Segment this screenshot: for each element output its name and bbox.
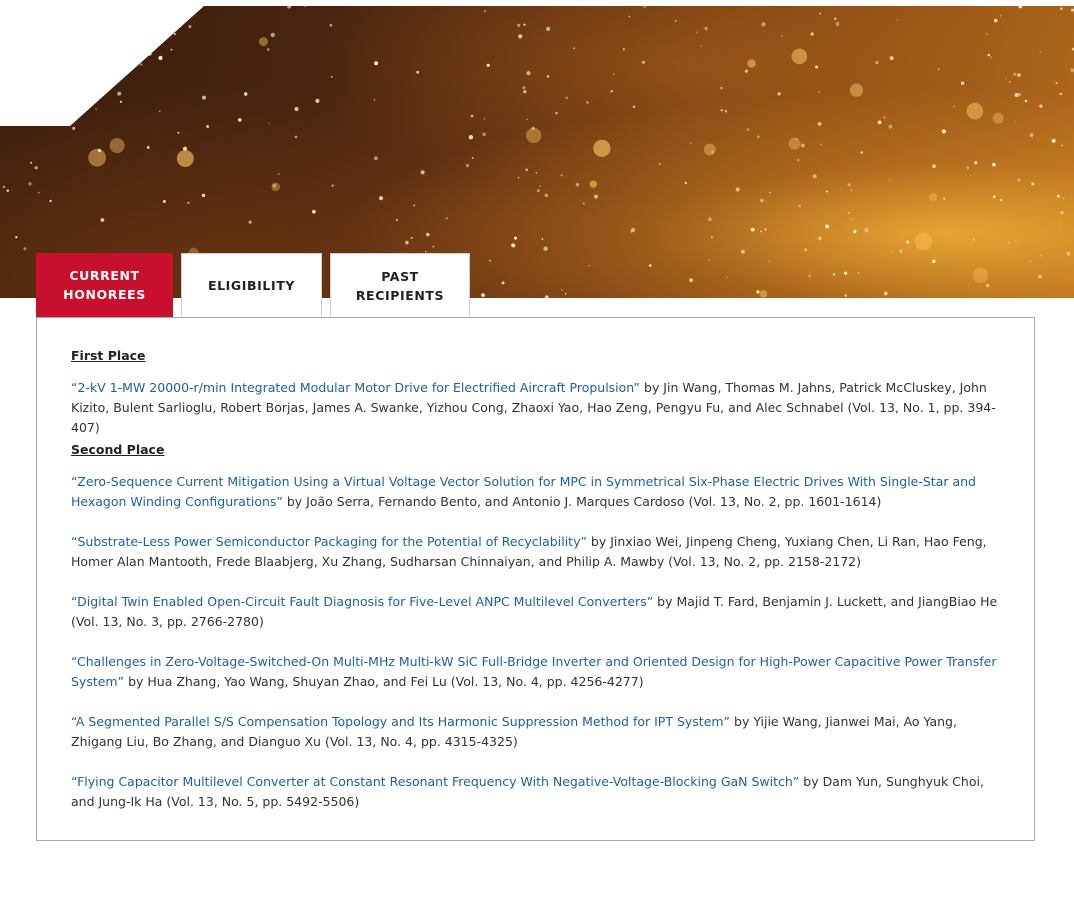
tab-current-honorees[interactable]: CURRENT HONOREES (36, 253, 173, 317)
honorees-list: First Place “2-kV 1-MW 20000-r/min Integ… (71, 346, 1006, 812)
paper-link[interactable]: “Flying Capacitor Multilevel Converter a… (71, 774, 799, 789)
tab-eligibility[interactable]: ELIGIBILITY (181, 253, 322, 317)
section-heading-second-place: Second Place (71, 442, 165, 457)
list-item: “Zero-Sequence Current Mitigation Using … (71, 472, 1006, 512)
paper-link[interactable]: “Substrate-Less Power Semiconductor Pack… (71, 534, 587, 549)
paper-link[interactable]: “A Segmented Parallel S/S Compensation T… (71, 714, 730, 729)
list-item: “2-kV 1-MW 20000-r/min Integrated Modula… (71, 378, 1006, 438)
tab-past-recipients[interactable]: PAST RECIPIENTS (330, 253, 470, 317)
section-heading-first-place: First Place (71, 348, 146, 363)
list-item: “Digital Twin Enabled Open-Circuit Fault… (71, 592, 1006, 632)
tab-eligibility-label: ELIGIBILITY (207, 278, 296, 293)
list-item: “Challenges in Zero-Voltage-Switched-On … (71, 652, 1006, 692)
list-item: “A Segmented Parallel S/S Compensation T… (71, 712, 1006, 752)
list-item: “Flying Capacitor Multilevel Converter a… (71, 772, 1006, 812)
paper-details: by João Serra, Fernando Bento, and Anton… (282, 494, 882, 509)
tab-current-honorees-label: CURRENT HONOREES (63, 268, 146, 302)
tab-past-recipients-label: PAST RECIPIENTS (355, 268, 445, 303)
paper-link[interactable]: “2-kV 1-MW 20000-r/min Integrated Modula… (71, 380, 640, 395)
list-item: “Substrate-Less Power Semiconductor Pack… (71, 532, 1006, 572)
paper-link[interactable]: “Digital Twin Enabled Open-Circuit Fault… (71, 594, 653, 609)
honorees-panel: First Place “2-kV 1-MW 20000-r/min Integ… (36, 317, 1035, 841)
paper-details: by Hua Zhang, Yao Wang, Shuyan Zhao, and… (124, 674, 644, 689)
